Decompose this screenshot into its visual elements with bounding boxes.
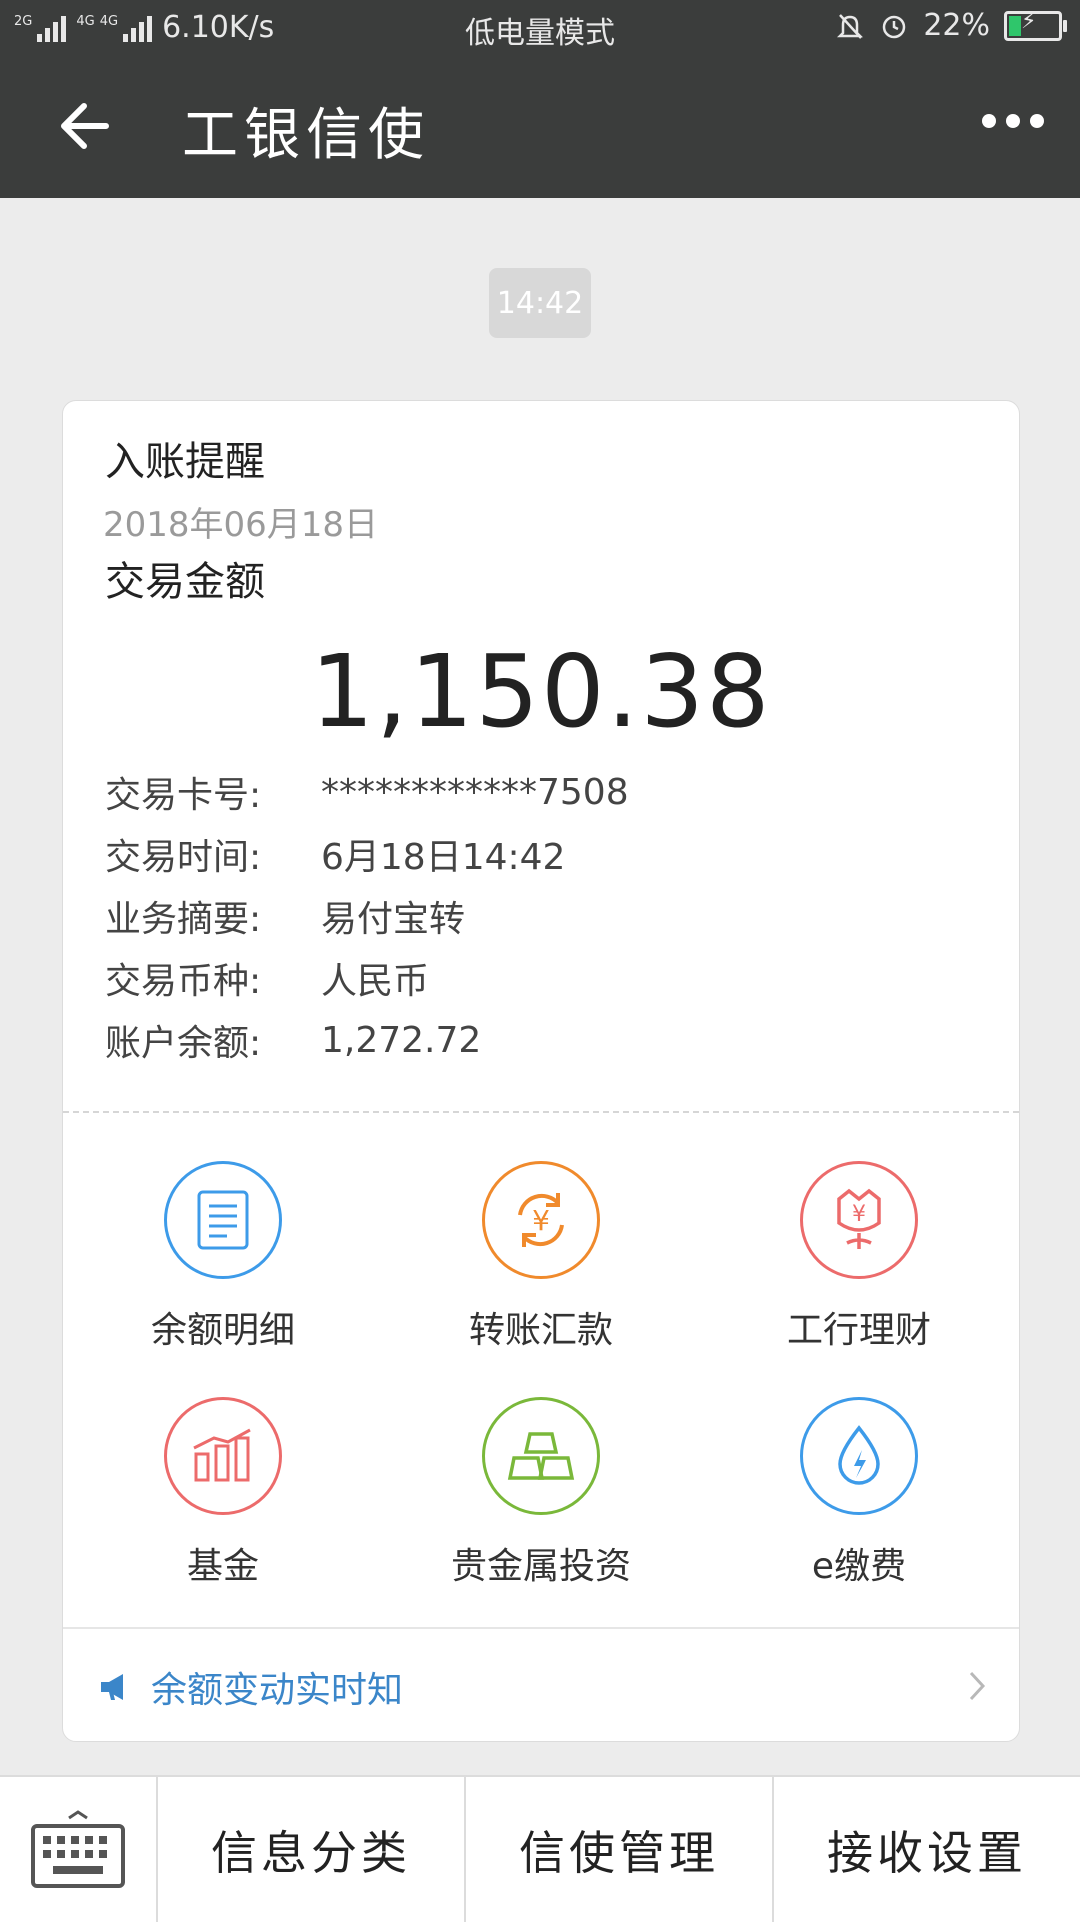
detail-row-summary: 业务摘要: 易付宝转 — [105, 885, 629, 947]
detail-key: 交易币种: — [105, 961, 262, 1002]
action-label: 余额明细 — [150, 1310, 295, 1351]
action-label: e缴费 — [811, 1546, 907, 1587]
transaction-amount: 1,150.38 — [310, 633, 772, 750]
battery-icon: ⚡ — [1004, 9, 1067, 41]
action-balance-details[interactable]: 余额明细 — [63, 1161, 383, 1353]
detail-row-card-number: 交易卡号: ************7508 — [105, 761, 629, 823]
document-icon — [164, 1161, 282, 1279]
card-date: 2018年06月18日 — [103, 505, 379, 545]
keyboard-toggle[interactable] — [0, 1777, 158, 1922]
message-timestamp: 14:42 — [489, 268, 591, 338]
tab-message-categories[interactable]: 信息分类 — [158, 1777, 466, 1922]
dashed-divider — [63, 1111, 1019, 1113]
battery-percent: 22% — [923, 8, 990, 43]
transaction-details: 交易卡号: ************7508 交易时间: 6月18日14:42 … — [105, 761, 629, 1071]
megaphone-icon — [101, 1674, 123, 1700]
alarm-icon — [883, 15, 906, 38]
action-label: 工行理财 — [786, 1310, 931, 1351]
chart-bars-icon — [164, 1397, 282, 1515]
amount-label: 交易金额 — [105, 559, 265, 605]
page-title: 工银信使 — [182, 103, 430, 168]
detail-value: ************7508 — [321, 771, 629, 813]
detail-key: 交易时间: — [105, 837, 262, 878]
action-transfer[interactable]: ¥ 转账汇款 — [381, 1161, 701, 1353]
action-e-payment[interactable]: e缴费 — [699, 1397, 1019, 1589]
back-arrow-icon[interactable] — [54, 96, 114, 156]
footer-divider — [63, 1627, 1019, 1629]
gold-bars-icon — [482, 1397, 600, 1515]
balance-notice-link[interactable]: 余额变动实时知 — [99, 1661, 403, 1713]
rose-yuan-icon: ¥ — [800, 1161, 918, 1279]
bell-muted-icon — [837, 13, 864, 39]
action-label: 贵金属投资 — [450, 1546, 631, 1587]
water-drop-icon — [800, 1397, 918, 1515]
tab-receive-settings[interactable]: 接收设置 — [774, 1777, 1080, 1922]
detail-key: 账户余额: — [105, 1023, 262, 1064]
detail-key: 业务摘要: — [105, 899, 262, 940]
app-header: 工银信使 — [0, 56, 1080, 198]
notice-text: 余额变动实时知 — [151, 1670, 404, 1711]
svg-text:¥: ¥ — [532, 1204, 550, 1237]
svg-text:¥: ¥ — [852, 1202, 866, 1227]
detail-key: 交易卡号: — [105, 775, 262, 816]
action-precious-metals[interactable]: 贵金属投资 — [381, 1397, 701, 1589]
notification-card[interactable]: 入账提醒 2018年06月18日 交易金额 1,150.38 交易卡号: ***… — [62, 400, 1020, 1742]
detail-value: 易付宝转 — [321, 899, 466, 940]
detail-row-time: 交易时间: 6月18日14:42 — [105, 823, 629, 885]
action-label: 基金 — [186, 1546, 259, 1587]
action-label: 转账汇款 — [468, 1310, 613, 1351]
detail-value: 6月18日14:42 — [321, 837, 566, 878]
detail-row-currency: 交易币种: 人民币 — [105, 947, 629, 1009]
action-wealth-management[interactable]: ¥ 工行理财 — [699, 1161, 1019, 1353]
detail-value: 人民币 — [321, 961, 430, 1002]
action-fund[interactable]: 基金 — [63, 1397, 383, 1589]
detail-value: 1,272.72 — [321, 1019, 482, 1061]
detail-row-balance: 账户余额: 1,272.72 — [105, 1009, 629, 1071]
tab-messenger-management[interactable]: 信使管理 — [466, 1777, 774, 1922]
card-title: 入账提醒 — [105, 439, 265, 485]
chevron-right-icon[interactable] — [965, 1669, 989, 1703]
bottom-bar: 信息分类 信使管理 接收设置 — [0, 1775, 1080, 1922]
status-right: 22% ⚡ — [835, 8, 1067, 43]
yuan-transfer-icon: ¥ — [482, 1161, 600, 1279]
status-bar: 2G 4G 4G 6.10K/s 低电量模式 22% ⚡ — [0, 0, 1080, 56]
keyboard-icon — [31, 1809, 125, 1888]
more-options-icon[interactable] — [982, 114, 1044, 128]
